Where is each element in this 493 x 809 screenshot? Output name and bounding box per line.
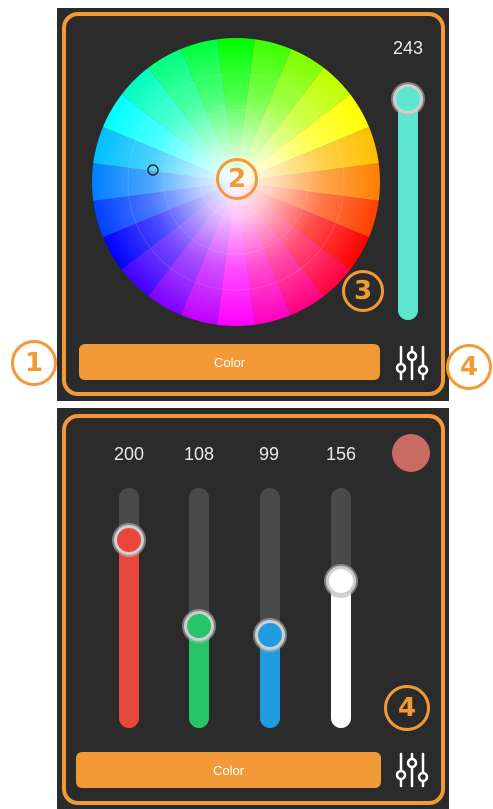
- badge-1: 1: [11, 340, 57, 386]
- brightness-slider-fill: [398, 98, 418, 320]
- blue-value: 99: [258, 444, 280, 464]
- sliders-icon[interactable]: [393, 343, 431, 383]
- white-slider-knob[interactable]: [326, 566, 356, 597]
- color-button[interactable]: Color: [79, 344, 380, 380]
- green-slider-fill: [189, 626, 209, 728]
- badge-4-bottom: 4: [384, 685, 430, 731]
- badge-4-top: 4: [446, 344, 492, 390]
- brightness-slider-knob[interactable]: [393, 83, 423, 114]
- badge-3: 3: [342, 270, 384, 312]
- color-button-bottom[interactable]: Color: [76, 752, 381, 788]
- red-slider-knob[interactable]: [114, 524, 144, 555]
- sliders-icon-bottom[interactable]: [393, 750, 431, 790]
- white-value: 156: [325, 444, 357, 464]
- blue-slider-knob[interactable]: [255, 619, 285, 650]
- green-value: 108: [183, 444, 215, 464]
- white-slider-fill: [331, 581, 351, 728]
- brightness-value: 243: [392, 38, 424, 58]
- white-slider-track[interactable]: [331, 488, 351, 728]
- green-slider-track[interactable]: [189, 488, 209, 728]
- badge-2: 2: [216, 158, 258, 200]
- red-value: 200: [113, 444, 145, 464]
- blue-slider-track[interactable]: [260, 488, 280, 728]
- brightness-slider-track[interactable]: [398, 88, 418, 320]
- color-swatch: [392, 434, 430, 472]
- red-slider-fill: [119, 539, 139, 728]
